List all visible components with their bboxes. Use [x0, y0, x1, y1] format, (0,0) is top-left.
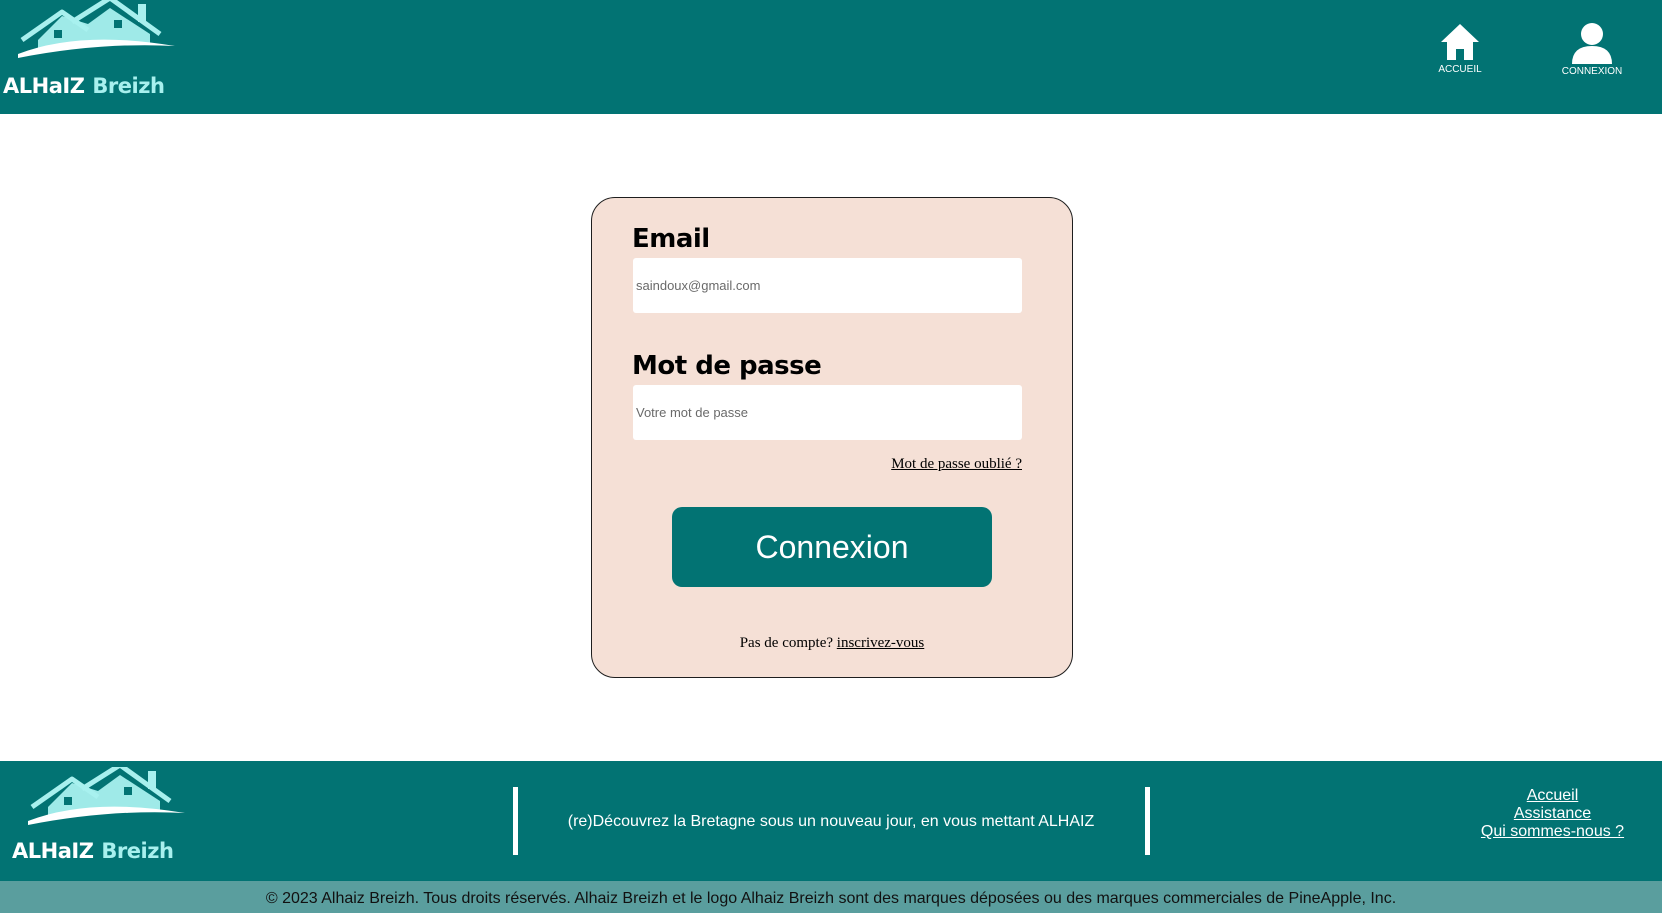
footer-logo[interactable]: ALHaIZ Breizh [10, 767, 200, 877]
signup-prompt: Pas de compte? inscrivez-vous [592, 635, 1072, 652]
copyright-bar: © 2023 Alhaiz Breizh. Tous droits réserv… [0, 881, 1662, 913]
email-input[interactable] [633, 258, 1022, 313]
forgot-password-link[interactable]: Mot de passe oublié ? [891, 456, 1022, 473]
connexion-button[interactable]: Connexion [672, 507, 992, 587]
house-logo-icon [18, 0, 175, 58]
user-icon [1572, 23, 1612, 64]
home-icon [1441, 24, 1479, 60]
footer-tagline: (re)Découvrez la Bretagne sous un nouvea… [567, 813, 1095, 830]
footer-link-assistance[interactable]: Assistance [1470, 805, 1635, 823]
footer-divider-right [1145, 787, 1150, 855]
nav-connexion-label: CONNEXION [1561, 66, 1623, 77]
signup-prompt-text: Pas de compte? [739, 635, 834, 651]
password-label: Mot de passe [632, 351, 822, 381]
site-footer: ALHaIZ Breizh (re)Découvrez la Bretagne s… [0, 761, 1662, 881]
footer-brand-name-part2: Breizh [101, 839, 174, 863]
password-input[interactable] [633, 385, 1022, 440]
header-logo[interactable]: ALHaIZ Breizh [0, 0, 190, 110]
footer-brand-name-part1: ALHaIZ [12, 839, 94, 863]
footer-link-accueil[interactable]: Accueil [1470, 787, 1635, 805]
nav-accueil-label: ACCUEIL [1438, 64, 1482, 75]
footer-link-qui-sommes-nous[interactable]: Qui sommes-nous ? [1470, 823, 1635, 841]
login-card: Email Mot de passe Mot de passe oublié ?… [591, 197, 1073, 678]
nav-accueil[interactable]: ACCUEIL [1405, 22, 1515, 75]
brand-name-part1: ALHaIZ [3, 74, 85, 98]
brand-name-part2: Breizh [92, 74, 165, 98]
signup-link[interactable]: inscrivez-vous [837, 635, 924, 651]
footer-links: Accueil Assistance Qui sommes-nous ? [1470, 787, 1635, 841]
house-logo-icon [28, 767, 185, 825]
site-header: ALHaIZ Breizh ACCUEIL CONNEXION [0, 0, 1662, 114]
nav-connexion[interactable]: CONNEXION [1537, 22, 1647, 77]
email-label: Email [632, 224, 710, 254]
